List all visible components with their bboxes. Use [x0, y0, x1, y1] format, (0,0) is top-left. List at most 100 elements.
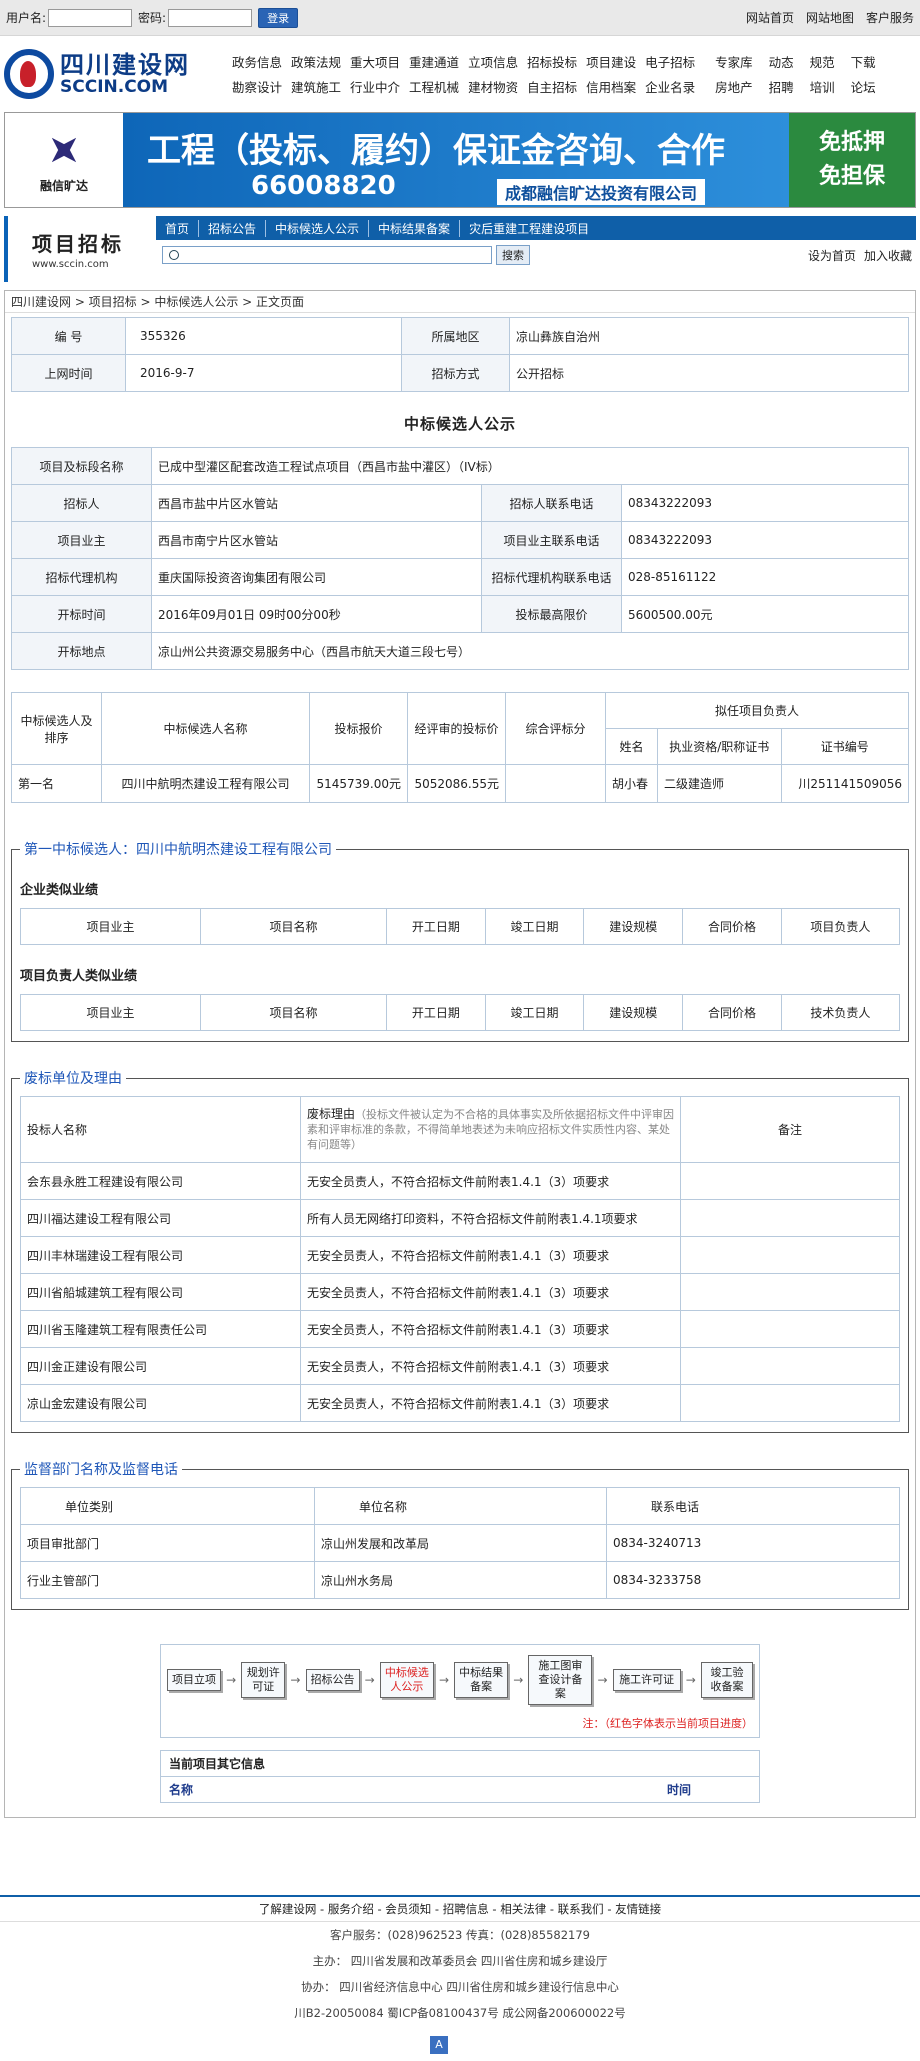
nav-item[interactable]: 信用档案: [586, 77, 636, 96]
nav-item[interactable]: 企业名录: [645, 77, 695, 96]
site-logo[interactable]: 四川建设网 SCCIN.COM: [4, 49, 224, 99]
col: 建设规模: [583, 908, 684, 945]
tab-announcement[interactable]: 招标公告: [199, 219, 267, 237]
nav-item[interactable]: 项目建设: [586, 52, 636, 71]
footer-links[interactable]: 了解建设网 - 服务介绍 - 会员须知 - 招聘信息 - 相关法律 - 联系我们…: [0, 1897, 920, 1922]
nav-item[interactable]: 自主招标: [527, 77, 577, 96]
top-bar: 用户名: 密码: 登录 网站首页 网站地图 客户服务: [0, 0, 920, 36]
set-home-link[interactable]: 设为首页: [808, 247, 856, 264]
nav-item[interactable]: 招标投标: [527, 52, 577, 71]
flow-step: 中标结果备案: [454, 1662, 509, 1698]
arrow-icon: →: [513, 1673, 524, 1687]
table-row: 四川丰林瑞建设工程有限公司 无安全员责人，不符合招标文件前附表1.4.1（3）项要…: [20, 1236, 900, 1274]
nav-item[interactable]: 重建通道: [409, 52, 459, 71]
reason-label: 废标理由: [307, 1107, 356, 1121]
remark: [680, 1384, 900, 1422]
area-label: 所属地区: [401, 317, 510, 355]
col: 竣工日期: [484, 908, 585, 945]
cell: 5052086.55元: [407, 764, 506, 803]
nav-item[interactable]: 下载: [851, 52, 876, 71]
col: 项目名称: [200, 994, 387, 1031]
enterprise-perf-title: 企业类似业绩: [20, 883, 99, 898]
flow-step: 招标公告: [305, 1669, 360, 1691]
col-score: 综合评标分: [505, 692, 606, 765]
cell: 项目审批部门: [20, 1524, 315, 1562]
nav-item[interactable]: 建筑施工: [291, 77, 341, 96]
table-row: 行业主管部门 凉山州水务局 0834-3233758: [20, 1561, 900, 1599]
time-label: 上网时间: [11, 354, 126, 392]
breadcrumb: 四川建设网 > 项目招标 > 中标候选人公示 > 正文页面: [5, 291, 915, 313]
nav-item[interactable]: 专家库: [715, 52, 753, 71]
top-links: 网站首页 网站地图 客户服务: [746, 9, 914, 26]
nav-item[interactable]: 房地产: [715, 77, 753, 96]
ad-banner[interactable]: 融信旷达 工程（投标、履约）保证金咨询、合作 66008820 成都融信旷达投资…: [4, 112, 916, 208]
remark: [680, 1199, 900, 1237]
service-link[interactable]: 客户服务: [866, 9, 914, 26]
nav-item[interactable]: 规范: [810, 52, 835, 71]
banner-right: 免抵押 免担保: [789, 113, 915, 207]
login-button[interactable]: 登录: [258, 7, 299, 28]
nav-item[interactable]: 动态: [769, 52, 794, 71]
logo-icon: [4, 49, 54, 99]
arrow-icon: →: [364, 1673, 375, 1687]
nav-item[interactable]: 论坛: [851, 77, 876, 96]
no-value: 355326: [125, 317, 402, 355]
arrow-icon: →: [290, 1673, 301, 1687]
search-input[interactable]: [162, 246, 492, 264]
nav-item[interactable]: 重大项目: [350, 52, 400, 71]
password-input[interactable]: [168, 8, 253, 27]
cell: 0834-3240713: [606, 1524, 900, 1562]
nav-item[interactable]: 政策法规: [291, 52, 341, 71]
nav-item[interactable]: 勘察设计: [232, 77, 282, 96]
username-input[interactable]: [48, 8, 133, 27]
nav-item[interactable]: 培训: [810, 77, 835, 96]
tab-results[interactable]: 中标结果备案: [369, 219, 461, 237]
remark: [680, 1273, 900, 1311]
reason-note: （投标文件被认定为不合格的具体事实及所依据招标文件中评审因素和评审标准的条款，不…: [307, 1108, 675, 1151]
tab-reconstruction[interactable]: 灾后重建工程建设项目: [460, 220, 598, 237]
nav-item[interactable]: 工程机械: [409, 77, 459, 96]
candidate-table: 中标候选人及排序 中标候选人名称 投标报价 经评审的投标价 综合评标分 拟任项目…: [11, 692, 910, 803]
banner-brand: 融信旷达: [39, 178, 88, 193]
sitemap-link[interactable]: 网站地图: [806, 9, 854, 26]
remark: [680, 1310, 900, 1348]
nav-item[interactable]: 招聘: [769, 77, 794, 96]
flow-note: 注：（红色字体表示当前项目进度）: [582, 1717, 754, 1730]
pm-perf-title: 项目负责人类似业绩: [20, 969, 138, 984]
search-button[interactable]: 搜索: [496, 245, 530, 265]
cell: 5145739.00元: [309, 764, 408, 803]
owner-label: 项目业主: [11, 521, 152, 559]
first-candidate-section: 第一中标候选人：四川中航明杰建设工程有限公司 企业类似业绩 项目业主 项目名称 …: [11, 839, 909, 1042]
col: 合同价格: [682, 908, 782, 945]
col: 开工日期: [386, 994, 486, 1031]
col-phone: 联系电话: [606, 1487, 900, 1525]
nav-item[interactable]: 电子招标: [645, 52, 695, 71]
flow-step: 施工图审查设计备案: [528, 1655, 593, 1705]
nav-item[interactable]: 立项信息: [468, 52, 518, 71]
bidder: 四川省玉隆建筑工程有限责任公司: [20, 1310, 301, 1348]
area-value: 凉山彝族自治州: [509, 317, 909, 355]
nav-item[interactable]: 政务信息: [232, 52, 282, 71]
tab-candidates[interactable]: 中标候选人公示: [266, 219, 370, 237]
home-link[interactable]: 网站首页: [746, 9, 794, 26]
name-label: 项目及标段名称: [11, 447, 152, 485]
nav-item[interactable]: 建材物资: [468, 77, 518, 96]
col-price: 投标报价: [309, 692, 408, 765]
other-col-time: 时间: [666, 1783, 691, 1797]
col: 项目负责人: [780, 908, 901, 945]
nav-item[interactable]: 行业中介: [350, 77, 400, 96]
col-type: 单位类别: [20, 1487, 315, 1525]
banner-logo: 融信旷达: [5, 113, 123, 207]
agent-label: 招标代理机构: [11, 558, 152, 596]
supervise-legend: 监督部门名称及监督电话: [24, 1462, 178, 1478]
invalid-bids-table: 投标人名称 废标理由（投标文件被认定为不合格的具体事实及所依据招标文件中评审因素…: [20, 1096, 900, 1422]
pm-perf-table: 项目业主 项目名称 开工日期 竣工日期 建设规模 合同价格 技术负责人: [20, 994, 901, 1031]
reason: 无安全员责人，不符合招标文件前附表1.4.1（3）项要求: [300, 1236, 681, 1274]
back-to-top-button[interactable]: A: [430, 2036, 448, 2054]
col-pm: 拟任项目负责人: [605, 692, 909, 729]
footer-service: 客户服务：(028)962523 传真：(028)85582179: [330, 1928, 590, 1942]
tab-home[interactable]: 首页: [156, 219, 200, 237]
favorite-link[interactable]: 加入收藏: [864, 247, 912, 264]
tenderer-tel: 08343222093: [621, 484, 909, 522]
owner-value: 西昌市南宁片区水管站: [151, 521, 482, 559]
